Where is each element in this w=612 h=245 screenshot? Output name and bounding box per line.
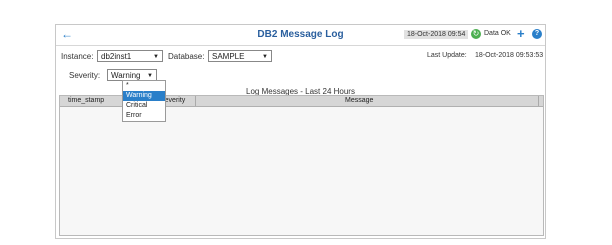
add-icon[interactable]: + bbox=[517, 27, 525, 40]
instance-select[interactable]: db2inst1 ▼ bbox=[97, 50, 163, 62]
help-icon[interactable]: ? bbox=[532, 29, 542, 39]
message-log-window: ← DB2 Message Log 18-Oct-2018 09:54 ↻ Da… bbox=[55, 24, 546, 239]
refresh-icon: ↻ bbox=[471, 29, 481, 39]
severity-option[interactable]: Critical bbox=[123, 101, 165, 111]
database-select[interactable]: SAMPLE ▼ bbox=[208, 50, 272, 62]
database-label: Database: bbox=[168, 52, 205, 61]
datetime-badge: 18-Oct-2018 09:54 bbox=[404, 30, 469, 39]
severity-value: Warning bbox=[111, 71, 141, 80]
chevron-down-icon: ▼ bbox=[262, 54, 268, 60]
last-update-label: Last Update: bbox=[427, 52, 467, 59]
title-bar: ← DB2 Message Log 18-Oct-2018 09:54 ↻ Da… bbox=[56, 25, 545, 46]
severity-option-selected[interactable]: Warning bbox=[123, 91, 165, 101]
severity-option[interactable]: * bbox=[123, 81, 165, 91]
column-divider[interactable] bbox=[195, 96, 196, 106]
column-header-message[interactable]: Message bbox=[345, 97, 373, 104]
last-update-value: 18-Oct-2018 09:53:53 bbox=[475, 52, 544, 59]
database-value: SAMPLE bbox=[212, 52, 245, 61]
data-status-label: Data OK bbox=[484, 30, 511, 37]
column-header-time-stamp[interactable]: time_stamp bbox=[68, 97, 104, 104]
instance-label: Instance: bbox=[61, 52, 94, 61]
severity-label: Severity: bbox=[69, 71, 101, 80]
column-divider[interactable] bbox=[538, 96, 539, 106]
severity-dropdown-list: * Warning Critical Error bbox=[122, 80, 166, 122]
severity-option[interactable]: Error bbox=[123, 111, 165, 121]
chevron-down-icon: ▼ bbox=[153, 54, 159, 60]
instance-value: db2inst1 bbox=[101, 52, 132, 61]
